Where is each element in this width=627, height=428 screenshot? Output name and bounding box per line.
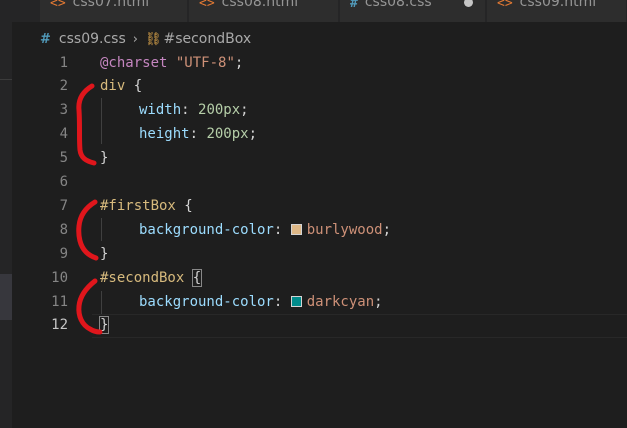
red-bracket-mark (76, 83, 97, 166)
red-bracket-annotations (76, 83, 103, 335)
red-bracket-mark (76, 199, 99, 261)
red-bracket-mark (76, 278, 103, 335)
